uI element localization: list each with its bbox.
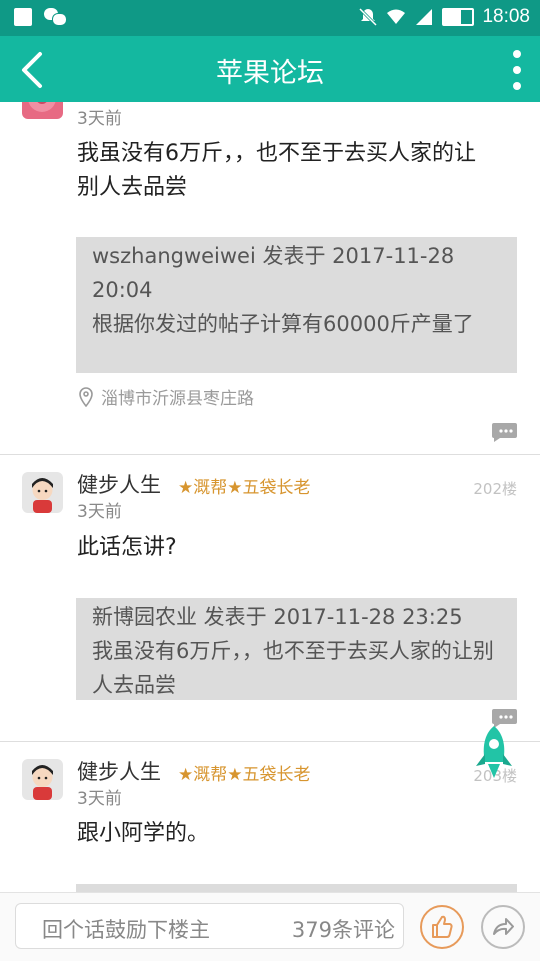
- wechat-icon: [44, 8, 67, 26]
- mute-icon: [359, 7, 378, 27]
- rank-badge: ★溉帮★五袋长老: [178, 765, 311, 785]
- post-time: 3天前: [77, 502, 122, 522]
- post-time: 3天前: [77, 109, 122, 129]
- share-icon: [493, 918, 514, 935]
- rocket-icon[interactable]: [472, 724, 516, 782]
- quote-block: [76, 884, 517, 892]
- notification-icon: [14, 8, 32, 26]
- location-pin-icon: [79, 386, 93, 407]
- quote-block: 新博园农业 发表于 2017-11-28 23:25 我虽没有6万斤，，也不至于…: [76, 598, 517, 700]
- clock: 18:08: [482, 6, 530, 27]
- comment-icon[interactable]: [491, 422, 517, 442]
- floor-number: 202楼: [473, 480, 517, 498]
- like-button[interactable]: [420, 905, 464, 949]
- battery-icon: [442, 8, 475, 26]
- location-text: 淄博市沂源县枣庄路: [101, 389, 254, 409]
- post-content: 我虽没有6万斤，，也不至于去买人家的让别人去品尝: [77, 141, 476, 200]
- comment-count[interactable]: 379条评论: [292, 914, 395, 944]
- divider: [0, 741, 540, 742]
- share-button[interactable]: [481, 905, 525, 949]
- location-row[interactable]: 淄博市沂源县枣庄路: [77, 384, 254, 409]
- avatar[interactable]: [22, 759, 63, 800]
- thumbs-up-icon: [432, 915, 453, 938]
- title-bar: 苹果论坛: [0, 36, 540, 102]
- bottom-bar: 回个话鼓励下楼主 379条评论: [0, 892, 540, 961]
- more-vertical-icon[interactable]: [510, 50, 524, 90]
- divider: [0, 454, 540, 455]
- avatar[interactable]: [22, 472, 63, 513]
- author-name[interactable]: 健步人生: [77, 756, 161, 786]
- post-content: 跟小阿学的。: [77, 821, 210, 846]
- avatar[interactable]: [22, 102, 63, 119]
- post-content: 此话怎讲?: [77, 535, 177, 560]
- post-time: 3天前: [77, 789, 122, 809]
- page-title: 苹果论坛: [216, 58, 324, 89]
- quote-block: wszhangweiwei 发表于 2017-11-28 20:04 根据你发过…: [76, 237, 517, 373]
- author-name[interactable]: 健步人生: [77, 469, 161, 499]
- rank-badge: ★溉帮★五袋长老: [178, 478, 311, 498]
- signal-icon: [416, 9, 433, 25]
- reply-input[interactable]: 回个话鼓励下楼主 379条评论: [15, 903, 404, 949]
- comment-list[interactable]: 3天前 我虽没有6万斤，，也不至于去买人家的让别人去品尝 wszhangweiw…: [0, 102, 540, 892]
- reply-placeholder: 回个话鼓励下楼主: [42, 918, 210, 942]
- status-bar: 18:08: [0, 0, 540, 36]
- wifi-icon: [387, 9, 406, 24]
